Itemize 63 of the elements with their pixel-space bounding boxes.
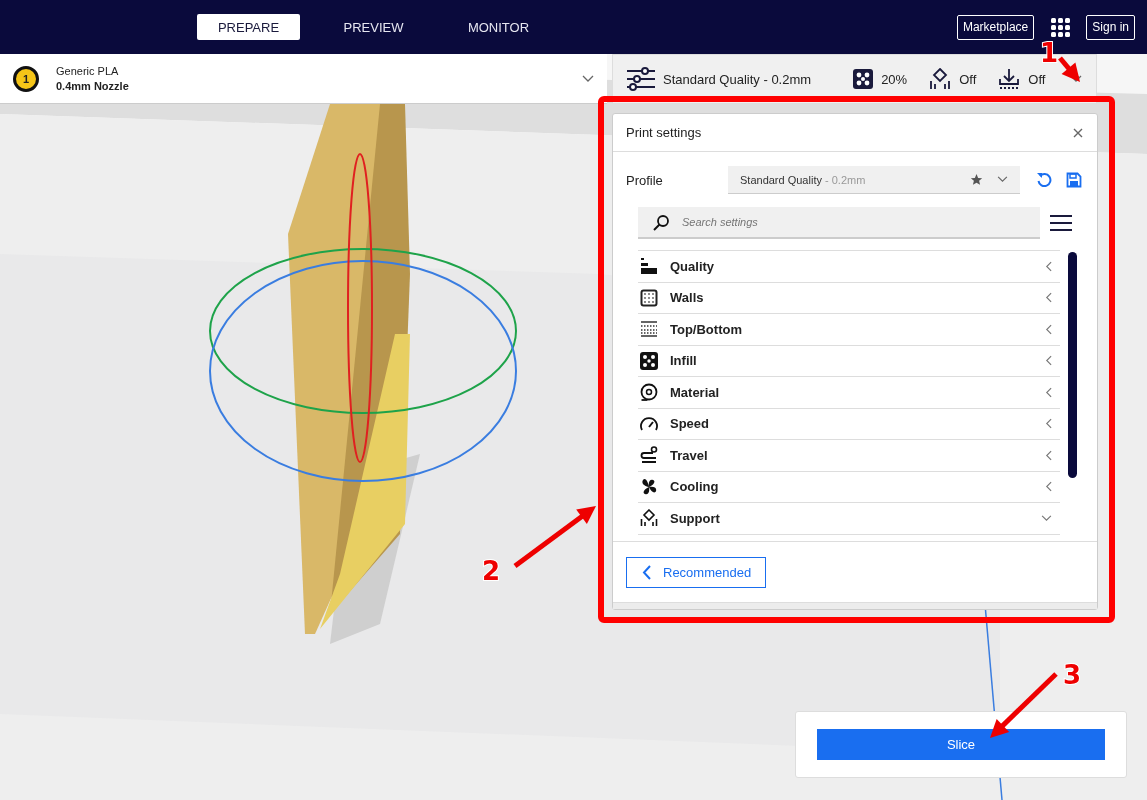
- settings-category[interactable]: Speed: [638, 408, 1060, 440]
- reset-icon[interactable]: [1036, 172, 1052, 188]
- material-icon: [640, 383, 658, 402]
- extruder-bar[interactable]: 1 Generic PLA 0.4mm Nozzle: [0, 54, 607, 104]
- settings-category[interactable]: Cooling: [638, 471, 1060, 503]
- chevron-left-icon: [1045, 481, 1052, 493]
- search-field[interactable]: Search settings: [638, 207, 1040, 239]
- recommended-button[interactable]: Recommended: [626, 556, 766, 588]
- settings-category[interactable]: Top/Bottom: [638, 314, 1060, 346]
- profile-summary: Standard Quality - 0.2mm: [663, 71, 812, 87]
- sliders-icon: [627, 67, 655, 91]
- chevron-left-icon: [642, 564, 651, 580]
- stage-tab[interactable]: PREVIEW: [322, 14, 425, 40]
- travel-icon: [640, 446, 658, 465]
- settings-category[interactable]: Quality: [638, 251, 1060, 283]
- adhesion-value: Off: [1028, 71, 1046, 87]
- sign-in-button[interactable]: Sign in: [1086, 14, 1135, 40]
- profile-dropdown[interactable]: Standard Quality - 0.2mm: [728, 166, 1020, 194]
- apps-grid-icon[interactable]: [1050, 17, 1071, 37]
- support-icon: [929, 68, 952, 90]
- chevron-left-icon: [1045, 386, 1052, 398]
- profile-label: Profile: [626, 172, 664, 188]
- infill-icon: [640, 351, 658, 370]
- close-icon[interactable]: [1073, 127, 1083, 138]
- support-value: Off: [959, 71, 977, 87]
- settings-category[interactable]: Infill: [638, 345, 1060, 377]
- save-icon[interactable]: [1066, 172, 1082, 188]
- settings-category[interactable]: Support: [638, 503, 1060, 535]
- chevron-left-icon: [1045, 260, 1052, 272]
- material-name: Generic PLA: [56, 63, 120, 79]
- star-icon: [970, 173, 983, 186]
- nozzle-size: 0.4mm Nozzle: [56, 78, 129, 94]
- stage-tab[interactable]: PREPARE: [197, 14, 300, 40]
- adhesion-icon: [998, 68, 1021, 90]
- callout-number: 2: [482, 556, 501, 586]
- quality-icon: [640, 257, 658, 276]
- panel-title: Print settings: [626, 125, 702, 140]
- cooling-icon: [640, 477, 658, 496]
- support-icon: [640, 509, 658, 528]
- menu-icon[interactable]: [1050, 214, 1072, 232]
- chevron-left-icon: [1045, 292, 1052, 304]
- callout-arrow: [990, 672, 1058, 738]
- callout-arrow: [1058, 56, 1080, 82]
- stage-tab[interactable]: MONITOR: [447, 14, 550, 40]
- slice-button[interactable]: Slice: [817, 729, 1105, 760]
- settings-category[interactable]: Travel: [638, 440, 1060, 472]
- settings-category[interactable]: Material: [638, 377, 1060, 409]
- walls-icon: [640, 288, 658, 307]
- callout-number: 3: [1063, 660, 1082, 690]
- scrollbar-thumb[interactable]: [1068, 252, 1077, 478]
- chevron-left-icon: [1045, 449, 1052, 461]
- infill-value: 20%: [881, 71, 908, 87]
- settings-category[interactable]: Walls: [638, 282, 1060, 314]
- marketplace-button[interactable]: Marketplace: [956, 14, 1035, 40]
- chevron-left-icon: [1045, 323, 1052, 335]
- search-icon: [652, 214, 670, 232]
- chevron-left-icon: [1045, 355, 1052, 367]
- topbottom-icon: [640, 320, 658, 339]
- infill-icon: [853, 69, 874, 89]
- resize-handle[interactable]: [613, 602, 1097, 609]
- speed-icon: [640, 414, 658, 433]
- extruder-badge: 1: [13, 65, 39, 92]
- chevron-left-icon: [1045, 418, 1052, 430]
